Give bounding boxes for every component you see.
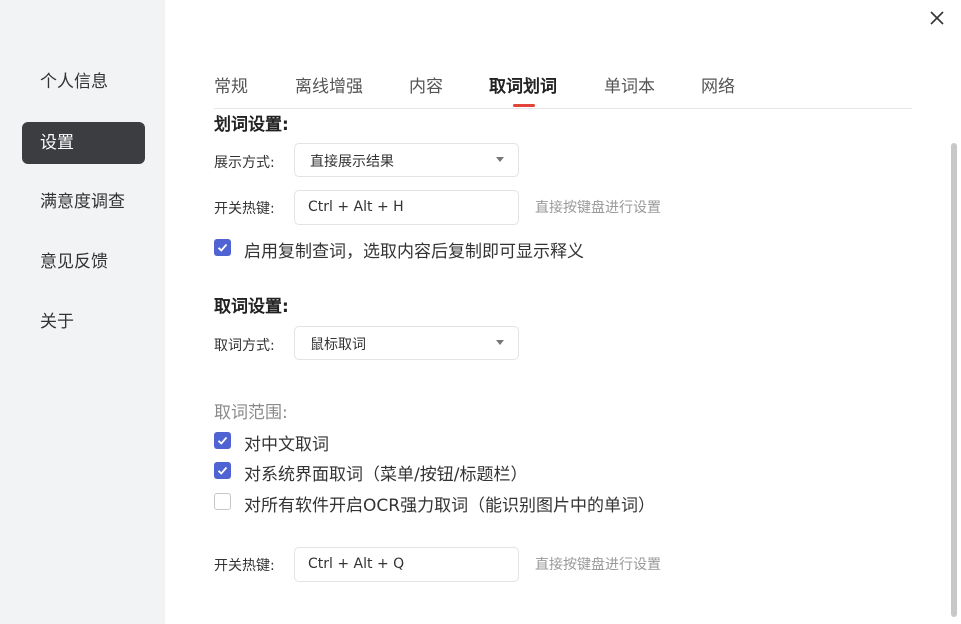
chinese-capture-label: 对中文取词 [244,435,329,455]
capture-method-value: 鼠标取词 [310,337,366,353]
sidebar-item-profile[interactable]: 个人信息 [22,61,145,103]
sidebar-item-survey[interactable]: 满意度调查 [22,181,145,223]
capture-method-label: 取词方式: [214,338,275,354]
tab-wordbook[interactable]: 单词本 [604,72,655,97]
highlight-section-title: 划词设置: [214,115,289,135]
system-ui-capture-checkbox[interactable] [214,462,231,479]
chevron-down-icon [496,340,504,345]
capture-range-label: 取词范围: [214,403,288,423]
capture-hotkey-input[interactable]: Ctrl + Alt + Q [294,547,519,582]
tab-general[interactable]: 常规 [214,72,248,97]
sidebar-item-feedback[interactable]: 意见反馈 [22,241,145,283]
tab-network[interactable]: 网络 [701,72,735,97]
highlight-hotkey-hint: 直接按键盘进行设置 [535,200,661,216]
capture-section-title: 取词设置: [214,297,289,317]
display-mode-select[interactable]: 直接展示结果 [294,143,519,177]
chevron-down-icon [496,157,504,162]
close-icon [930,11,944,25]
checkmark-icon [217,436,228,445]
sidebar-item-about[interactable]: 关于 [22,301,145,343]
display-mode-label: 展示方式: [214,155,275,171]
capture-hotkey-value: Ctrl + Alt + Q [308,556,405,572]
capture-method-select[interactable]: 鼠标取词 [294,326,519,360]
active-tab-indicator [513,104,535,107]
tab-offline-enhance[interactable]: 离线增强 [295,72,363,97]
tab-content[interactable]: 内容 [409,72,443,97]
ocr-capture-checkbox[interactable] [214,493,231,510]
system-ui-capture-label: 对系统界面取词（菜单/按钮/标题栏） [244,465,528,485]
tab-word-capture[interactable]: 取词划词 [489,72,557,97]
sidebar-item-settings[interactable]: 设置 [22,122,145,164]
highlight-hotkey-input[interactable]: Ctrl + Alt + H [294,190,519,225]
checkmark-icon [217,243,228,252]
ocr-capture-label: 对所有软件开启OCR强力取词（能识别图片中的单词） [244,496,656,516]
close-button[interactable] [926,7,948,29]
copy-lookup-checkbox[interactable] [214,239,231,256]
checkmark-icon [217,466,228,475]
capture-hotkey-hint: 直接按键盘进行设置 [535,557,661,573]
settings-tabs: 常规 离线增强 内容 取词划词 单词本 网络 [214,62,912,109]
scrollbar[interactable] [951,143,957,617]
display-mode-value: 直接展示结果 [310,154,394,170]
sidebar: 个人信息 设置 满意度调查 意见反馈 关于 [0,0,165,624]
copy-lookup-label: 启用复制查词，选取内容后复制即可显示释义 [244,242,584,262]
chinese-capture-checkbox[interactable] [214,432,231,449]
capture-hotkey-label: 开关热键: [214,558,275,574]
highlight-hotkey-value: Ctrl + Alt + H [308,199,404,215]
highlight-hotkey-label: 开关热键: [214,201,275,217]
